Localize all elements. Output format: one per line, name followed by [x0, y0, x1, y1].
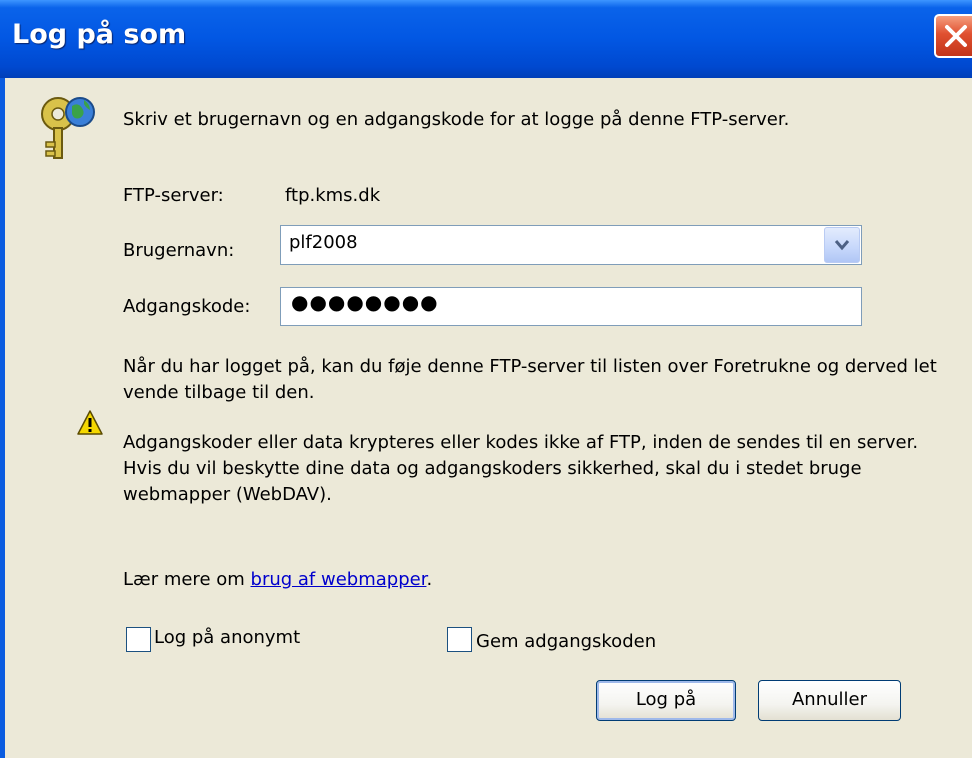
ftp-server-value: ftp.kms.dk: [285, 185, 381, 206]
password-field[interactable]: ●●●●●●●●: [280, 287, 862, 326]
window-title: Log på som: [12, 19, 187, 50]
ftp-server-label: FTP-server:: [123, 185, 224, 206]
learn-more-suffix: .: [426, 569, 433, 590]
login-button[interactable]: Log på: [596, 680, 736, 721]
save-password-label[interactable]: Gem adgangskoden: [476, 629, 656, 655]
keys-globe-icon: [34, 94, 104, 166]
warning-text: Adgangskoder eller data krypteres eller …: [123, 432, 919, 505]
webfolders-help-link[interactable]: brug af webmapper: [251, 569, 427, 590]
save-password-checkbox[interactable]: [447, 627, 472, 652]
learn-more-line: Lær mere om brug af webmapper.: [123, 567, 432, 593]
anonymous-label[interactable]: Log på anonymt: [154, 625, 300, 651]
cancel-button[interactable]: Annuller: [758, 680, 901, 721]
username-label: Brugernavn:: [123, 240, 235, 261]
username-dropdown-button[interactable]: [824, 227, 860, 263]
title-bar[interactable]: Log på som: [0, 0, 972, 78]
info-text: Når du har logget på, kan du føje denne …: [123, 356, 937, 403]
warning-icon: [76, 409, 104, 437]
close-icon: [945, 25, 967, 47]
password-masked-value: ●●●●●●●●: [291, 290, 439, 314]
chevron-down-icon: [834, 240, 850, 251]
username-value[interactable]: plf2008: [289, 232, 358, 253]
close-button[interactable]: [934, 14, 972, 58]
anonymous-checkbox[interactable]: [126, 627, 151, 652]
password-label: Adgangskode:: [123, 296, 251, 317]
learn-more-prefix: Lær mere om: [123, 569, 251, 590]
intro-text: Skriv et brugernavn og en adgangskode fo…: [123, 109, 790, 130]
username-combobox[interactable]: plf2008: [280, 225, 862, 265]
window-frame-left: [0, 78, 5, 758]
